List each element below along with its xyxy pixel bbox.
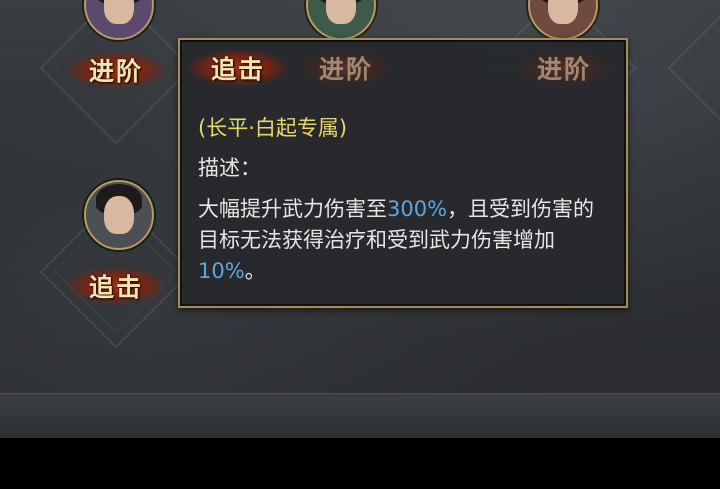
face-shape <box>104 196 134 234</box>
faded-advance-badge: 进阶 <box>516 50 612 86</box>
face-shape <box>104 0 134 24</box>
skill-tooltip: 追击 进阶 进阶 (长平·白起专属) 描述： 大幅提升武力伤害至300%，且受到… <box>178 38 628 308</box>
description-part: 。 <box>244 259 266 283</box>
description-part: 大幅提升武力伤害至 <box>198 197 387 221</box>
description-text: 大幅提升武力伤害至300%，且受到伤害的目标无法获得治疗和受到武力伤害增加10%… <box>198 194 608 287</box>
damage-value: 300% <box>387 197 448 221</box>
skill-tree-panel: 进阶 追击 追击 进阶 进阶 (长平·白起专属) 描述： 大幅提升武力伤害至30… <box>0 0 720 393</box>
damage-increase-value: 10% <box>198 259 245 283</box>
diamond-frame <box>667 0 720 145</box>
face-shape <box>548 0 578 24</box>
faded-advance-badge: 进阶 <box>298 50 394 86</box>
bottom-bar <box>0 393 720 438</box>
tooltip-skill-title: 追击 <box>190 50 286 86</box>
hero-portrait-2[interactable] <box>306 0 376 40</box>
pursuit-skill-badge[interactable]: 追击 <box>68 268 164 304</box>
description-label: 描述： <box>198 156 261 180</box>
face-shape <box>326 0 356 24</box>
advance-skill-badge[interactable]: 进阶 <box>68 52 164 88</box>
tooltip-subtitle: (长平·白起专属) <box>198 116 348 140</box>
tooltip-header: 追击 进阶 进阶 <box>186 48 616 88</box>
hero-portrait-4[interactable] <box>84 180 154 250</box>
